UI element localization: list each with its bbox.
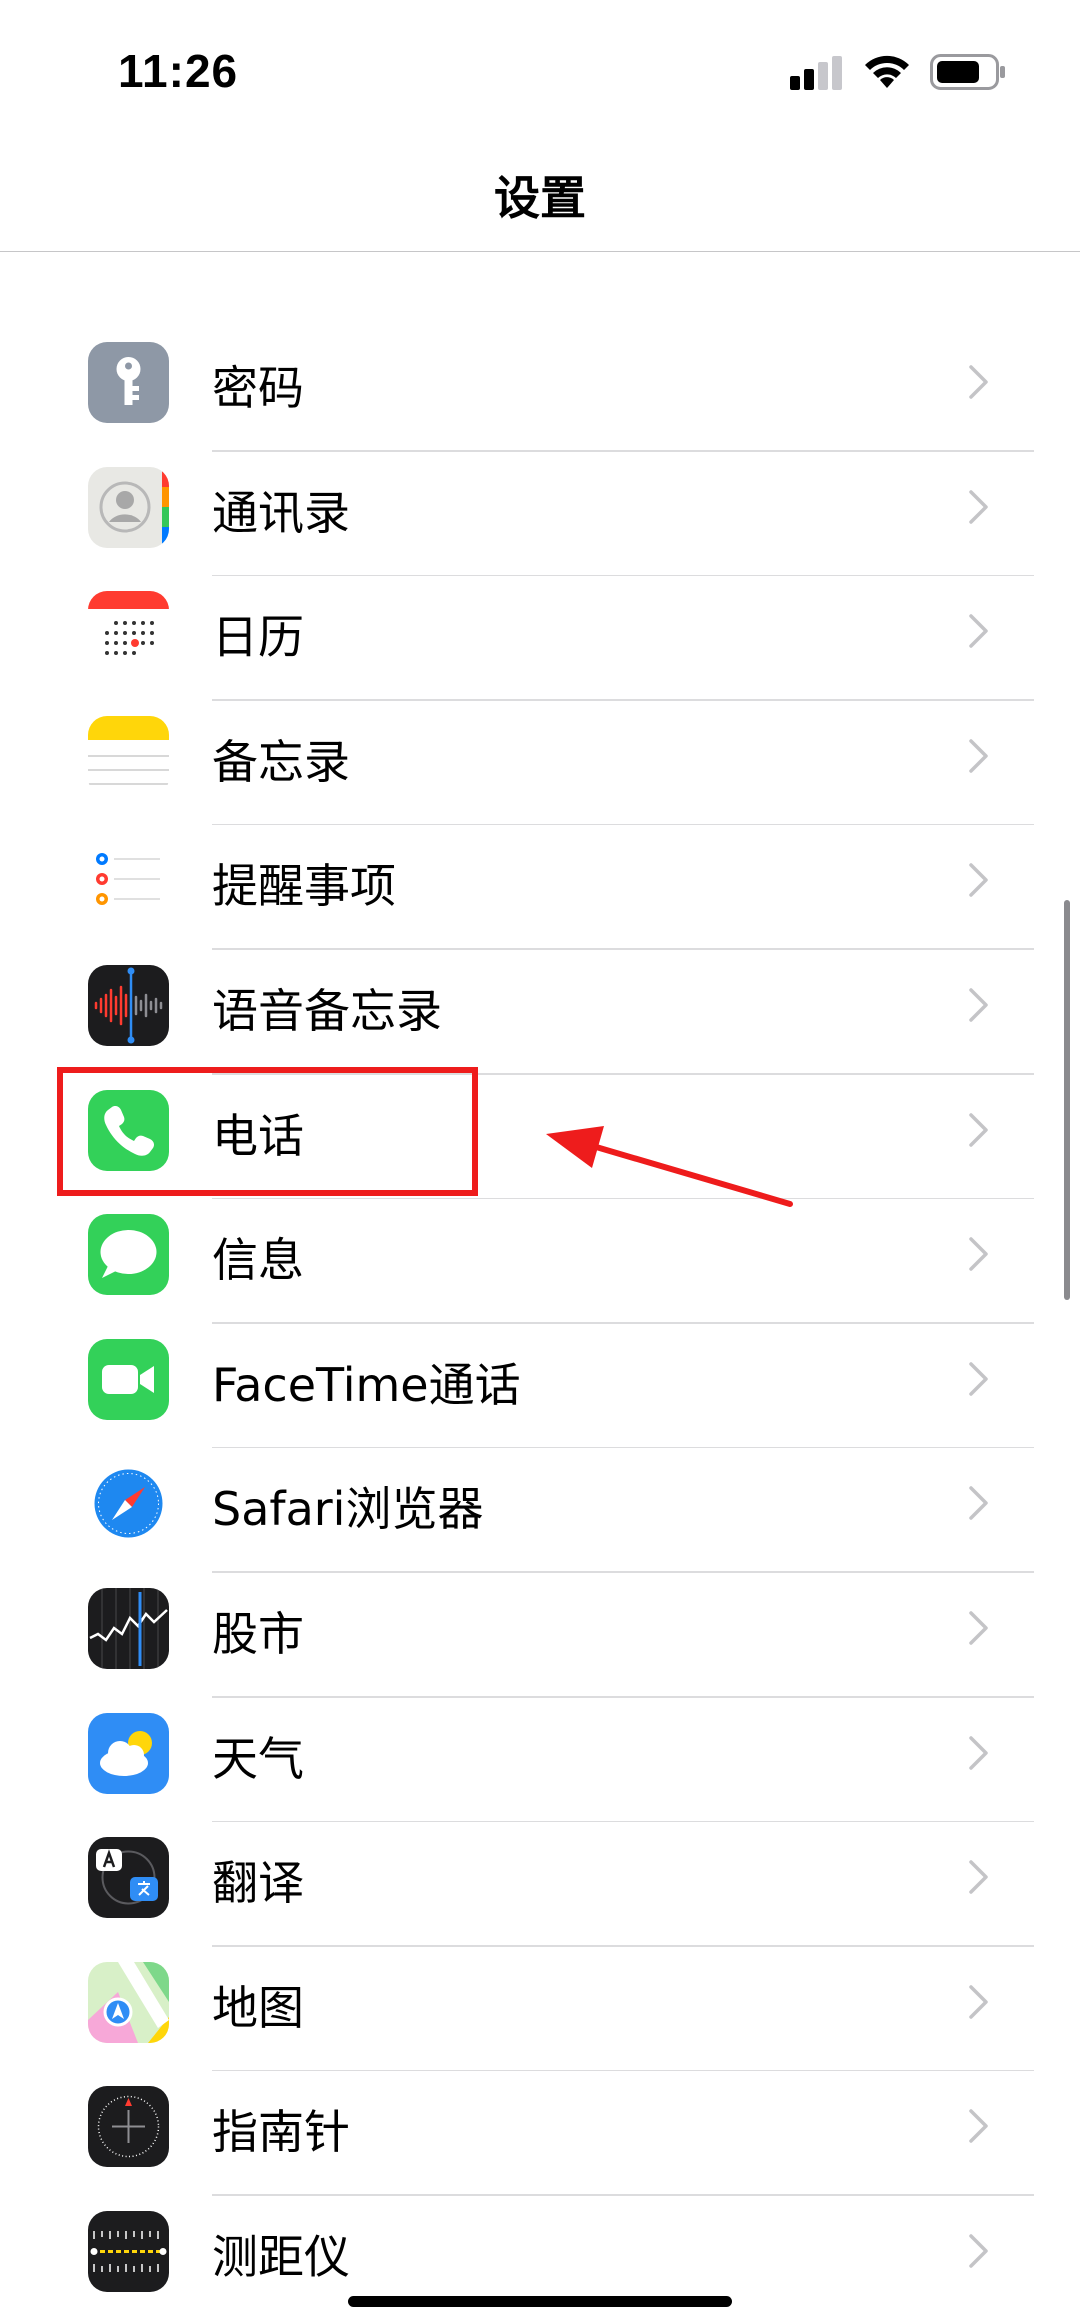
wifi-icon bbox=[865, 55, 909, 88]
stocks-icon bbox=[88, 1587, 169, 1669]
chevron-right-icon bbox=[969, 1237, 988, 1271]
translate-icon bbox=[88, 1837, 169, 1919]
status-bar: 11:26 bbox=[0, 0, 1080, 130]
safari-icon bbox=[88, 1463, 169, 1545]
battery-icon bbox=[930, 54, 1005, 90]
contacts-icon bbox=[88, 466, 169, 548]
settings-item-label: 密码 bbox=[212, 361, 304, 415]
settings-item-compass[interactable]: 指南针 bbox=[0, 2071, 1080, 2196]
facetime-icon bbox=[88, 1338, 169, 1420]
weather-icon bbox=[88, 1712, 169, 1794]
settings-item-calendar[interactable]: 日历 bbox=[0, 576, 1080, 701]
settings-item-translate[interactable]: 翻译 bbox=[0, 1822, 1080, 1947]
settings-item-label: Safari浏览器 bbox=[212, 1482, 484, 1537]
calendar-icon bbox=[88, 591, 169, 673]
scroll-indicator[interactable] bbox=[1064, 900, 1070, 1300]
chevron-right-icon bbox=[969, 2234, 988, 2268]
settings-item-label: 语音备忘录 bbox=[212, 983, 442, 1038]
settings-item-notes[interactable]: 备忘录 bbox=[0, 701, 1080, 826]
settings-item-label: 日历 bbox=[212, 610, 304, 665]
chevron-right-icon bbox=[969, 1735, 988, 1770]
settings-list: 密码 通讯录 日历 备忘录 提醒事项 语音备忘录 电话 信息 FaceTime通… bbox=[0, 327, 1080, 2307]
settings-item-label: 提醒事项 bbox=[212, 859, 396, 914]
settings-item-label: 测距仪 bbox=[212, 2229, 350, 2284]
settings-item-label: 指南针 bbox=[212, 2105, 350, 2160]
notes-icon bbox=[88, 715, 169, 797]
status-time: 11:26 bbox=[118, 45, 239, 97]
chevron-right-icon bbox=[969, 1486, 988, 1521]
chevron-right-icon bbox=[969, 863, 988, 898]
compass-icon bbox=[88, 2086, 169, 2168]
red-arrow-annotation bbox=[546, 1126, 793, 1207]
settings-item-label: 天气 bbox=[212, 1731, 304, 1786]
settings-item-facetime[interactable]: FaceTime通话 bbox=[0, 1324, 1080, 1449]
chevron-right-icon bbox=[969, 1984, 988, 2019]
chevron-right-icon bbox=[969, 1112, 988, 1147]
page-title: 设置 bbox=[494, 171, 586, 225]
messages-icon bbox=[88, 1214, 169, 1296]
key-icon bbox=[88, 342, 169, 423]
chevron-right-icon bbox=[969, 1611, 988, 1645]
settings-item-label: 翻译 bbox=[212, 1856, 304, 1911]
voice-memos-icon bbox=[88, 964, 169, 1046]
chevron-right-icon bbox=[969, 489, 988, 524]
settings-item-voice-memos[interactable]: 语音备忘录 bbox=[0, 950, 1080, 1075]
settings-item-passwords[interactable]: 密码 bbox=[0, 327, 1080, 452]
settings-item-label: 信息 bbox=[212, 1233, 304, 1288]
maps-icon bbox=[88, 1961, 169, 2043]
settings-item-safari[interactable]: Safari浏览器 bbox=[0, 1448, 1080, 1573]
reminders-icon bbox=[88, 840, 169, 922]
cellular-signal-icon bbox=[790, 56, 842, 90]
settings-item-stocks[interactable]: 股市 bbox=[0, 1573, 1080, 1698]
settings-item-contacts[interactable]: 通讯录 bbox=[0, 452, 1080, 577]
home-indicator[interactable] bbox=[348, 2296, 732, 2307]
settings-item-maps[interactable]: 地图 bbox=[0, 1947, 1080, 2072]
chevron-right-icon bbox=[969, 988, 988, 1022]
settings-item-label: 通讯录 bbox=[212, 485, 350, 540]
chevron-right-icon bbox=[969, 1860, 988, 1894]
settings-item-label: 备忘录 bbox=[212, 734, 350, 789]
measure-icon bbox=[88, 2210, 169, 2292]
navigation-bar: 设置 bbox=[0, 130, 1080, 252]
settings-item-weather[interactable]: 天气 bbox=[0, 1698, 1080, 1823]
highlight-box bbox=[57, 1067, 478, 1196]
chevron-right-icon bbox=[969, 739, 988, 773]
chevron-right-icon bbox=[969, 365, 988, 399]
settings-item-label: 地图 bbox=[212, 1980, 304, 2035]
settings-item-reminders[interactable]: 提醒事项 bbox=[0, 825, 1080, 950]
settings-item-label: 股市 bbox=[212, 1606, 304, 1661]
settings-item-measure[interactable]: 测距仪 bbox=[0, 2196, 1080, 2307]
chevron-right-icon bbox=[969, 614, 988, 648]
settings-item-label: FaceTime通话 bbox=[212, 1357, 521, 1412]
chevron-right-icon bbox=[969, 1362, 988, 1396]
chevron-right-icon bbox=[969, 2109, 988, 2144]
